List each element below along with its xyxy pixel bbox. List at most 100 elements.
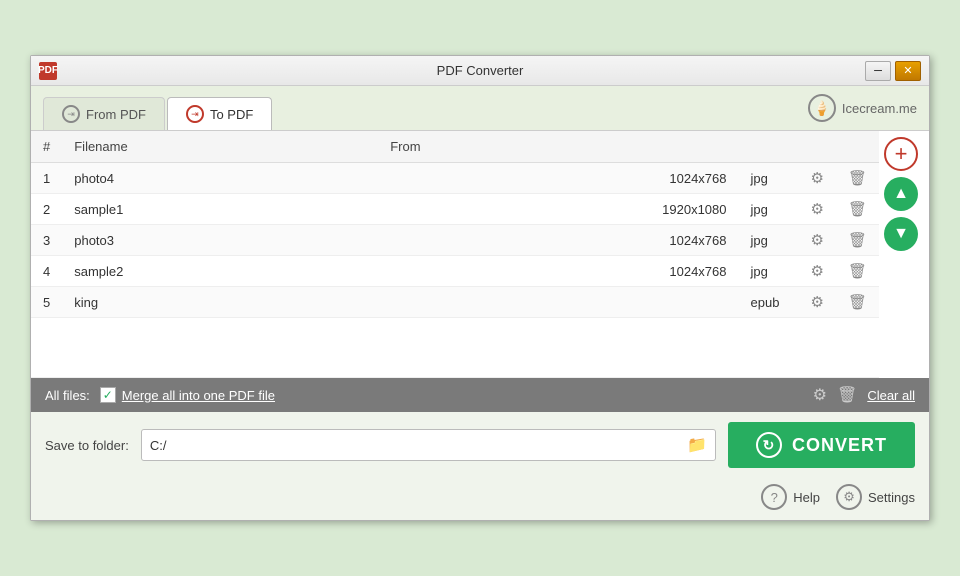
all-trash-icon[interactable]: 🗑 xyxy=(837,385,857,405)
cell-settings[interactable]: ⚙ xyxy=(799,256,836,287)
cell-num: 3 xyxy=(31,225,62,256)
all-settings-icon[interactable]: ⚙ xyxy=(813,385,827,405)
col-header-from: From xyxy=(378,131,738,163)
save-row: Save to folder: 📁 ↻ CONVERT xyxy=(31,412,929,478)
side-buttons: + ▲ ▼ xyxy=(879,131,929,378)
cell-num: 2 xyxy=(31,194,62,225)
col-header-delete xyxy=(836,131,879,163)
titlebar-controls: ─ ✕ xyxy=(865,61,921,81)
tabs-bar: ⇥ From PDF ⇥ To PDF 🍦 Icecream.me xyxy=(31,86,929,131)
table-row: 2 sample1 1920x1080 jpg ⚙ 🗑 xyxy=(31,194,879,225)
merge-checkbox-wrap[interactable]: ✓ Merge all into one PDF file xyxy=(100,387,275,403)
convert-button[interactable]: ↻ CONVERT xyxy=(728,422,915,468)
bottom-bar: All files: ✓ Merge all into one PDF file… xyxy=(31,378,929,412)
to-pdf-tab-icon: ⇥ xyxy=(186,105,204,123)
table-body: 1 photo4 1024x768 jpg ⚙ 🗑 2 sample1 1920… xyxy=(31,163,879,318)
cell-delete[interactable]: 🗑 xyxy=(836,194,879,225)
cell-format: jpg xyxy=(739,194,799,225)
row-delete-icon[interactable]: 🗑 xyxy=(848,170,867,187)
help-button[interactable]: ? Help xyxy=(761,484,820,510)
cell-settings[interactable]: ⚙ xyxy=(799,225,836,256)
cell-settings[interactable]: ⚙ xyxy=(799,163,836,194)
tab-from-pdf-label: From PDF xyxy=(86,107,146,122)
cell-settings[interactable]: ⚙ xyxy=(799,194,836,225)
titlebar: PDF PDF Converter ─ ✕ xyxy=(31,56,929,86)
row-settings-icon[interactable]: ⚙ xyxy=(811,170,824,187)
footer-bar: ? Help ⚙ Settings xyxy=(31,478,929,520)
add-file-button[interactable]: + xyxy=(884,137,918,171)
clear-all-button[interactable]: Clear all xyxy=(867,388,915,403)
help-icon: ? xyxy=(761,484,787,510)
cell-dims: 1024x768 xyxy=(378,256,738,287)
cell-delete[interactable]: 🗑 xyxy=(836,225,879,256)
row-delete-icon[interactable]: 🗑 xyxy=(848,263,867,280)
all-files-label: All files: xyxy=(45,388,90,403)
table-row: 1 photo4 1024x768 jpg ⚙ 🗑 xyxy=(31,163,879,194)
cell-dims xyxy=(378,287,738,318)
table-empty-space xyxy=(31,318,879,378)
col-header-format xyxy=(739,131,799,163)
cell-filename: photo4 xyxy=(62,163,378,194)
tab-to-pdf-label: To PDF xyxy=(210,107,253,122)
cell-num: 4 xyxy=(31,256,62,287)
cell-filename: king xyxy=(62,287,378,318)
convert-icon: ↻ xyxy=(756,432,782,458)
tab-to-pdf[interactable]: ⇥ To PDF xyxy=(167,97,272,130)
row-settings-icon[interactable]: ⚙ xyxy=(811,263,824,280)
window-title: PDF Converter xyxy=(437,63,524,78)
save-input-wrap: 📁 xyxy=(141,429,716,461)
icecream-icon: 🍦 xyxy=(808,94,836,122)
tab-from-pdf[interactable]: ⇥ From PDF xyxy=(43,97,165,130)
cell-filename: photo3 xyxy=(62,225,378,256)
merge-label[interactable]: Merge all into one PDF file xyxy=(122,388,275,403)
row-settings-icon[interactable]: ⚙ xyxy=(811,232,824,249)
minimize-button[interactable]: ─ xyxy=(865,61,891,81)
app-icon: PDF xyxy=(39,62,57,80)
col-header-num: # xyxy=(31,131,62,163)
cell-delete[interactable]: 🗑 xyxy=(836,287,879,318)
file-table: # Filename From 1 photo4 1024x768 jpg ⚙ … xyxy=(31,131,879,318)
cell-settings[interactable]: ⚙ xyxy=(799,287,836,318)
move-up-button[interactable]: ▲ xyxy=(884,177,918,211)
icecream-label: Icecream.me xyxy=(842,101,917,116)
folder-browse-icon[interactable]: 📁 xyxy=(687,435,707,455)
row-delete-icon[interactable]: 🗑 xyxy=(848,294,867,311)
settings-button[interactable]: ⚙ Settings xyxy=(836,484,915,510)
table-row: 4 sample2 1024x768 jpg ⚙ 🗑 xyxy=(31,256,879,287)
bottom-right: ⚙ 🗑 Clear all xyxy=(813,385,915,405)
col-header-filename: Filename xyxy=(62,131,378,163)
help-label: Help xyxy=(793,490,820,505)
row-delete-icon[interactable]: 🗑 xyxy=(848,232,867,249)
table-wrapper: # Filename From 1 photo4 1024x768 jpg ⚙ … xyxy=(31,131,929,378)
cell-format: epub xyxy=(739,287,799,318)
row-settings-icon[interactable]: ⚙ xyxy=(811,201,824,218)
row-settings-icon[interactable]: ⚙ xyxy=(811,294,824,311)
tabs-left: ⇥ From PDF ⇥ To PDF xyxy=(43,97,274,130)
close-button[interactable]: ✕ xyxy=(895,61,921,81)
cell-delete[interactable]: 🗑 xyxy=(836,163,879,194)
cell-dims: 1024x768 xyxy=(378,163,738,194)
cell-format: jpg xyxy=(739,163,799,194)
content-area: # Filename From 1 photo4 1024x768 jpg ⚙ … xyxy=(31,131,929,520)
titlebar-left: PDF xyxy=(39,62,57,80)
cell-filename: sample2 xyxy=(62,256,378,287)
save-path-input[interactable] xyxy=(150,438,681,453)
row-delete-icon[interactable]: 🗑 xyxy=(848,201,867,218)
icecream-logo: 🍦 Icecream.me xyxy=(808,94,917,130)
cell-num: 1 xyxy=(31,163,62,194)
convert-label: CONVERT xyxy=(792,435,887,456)
save-to-folder-label: Save to folder: xyxy=(45,438,129,453)
move-down-button[interactable]: ▼ xyxy=(884,217,918,251)
settings-icon: ⚙ xyxy=(836,484,862,510)
settings-label: Settings xyxy=(868,490,915,505)
table-row: 5 king epub ⚙ 🗑 xyxy=(31,287,879,318)
table-header: # Filename From xyxy=(31,131,879,163)
merge-checkbox[interactable]: ✓ xyxy=(100,387,116,403)
table-section: # Filename From 1 photo4 1024x768 jpg ⚙ … xyxy=(31,131,879,378)
table-row: 3 photo3 1024x768 jpg ⚙ 🗑 xyxy=(31,225,879,256)
cell-delete[interactable]: 🗑 xyxy=(836,256,879,287)
cell-filename: sample1 xyxy=(62,194,378,225)
cell-dims: 1024x768 xyxy=(378,225,738,256)
cell-format: jpg xyxy=(739,225,799,256)
from-pdf-tab-icon: ⇥ xyxy=(62,105,80,123)
